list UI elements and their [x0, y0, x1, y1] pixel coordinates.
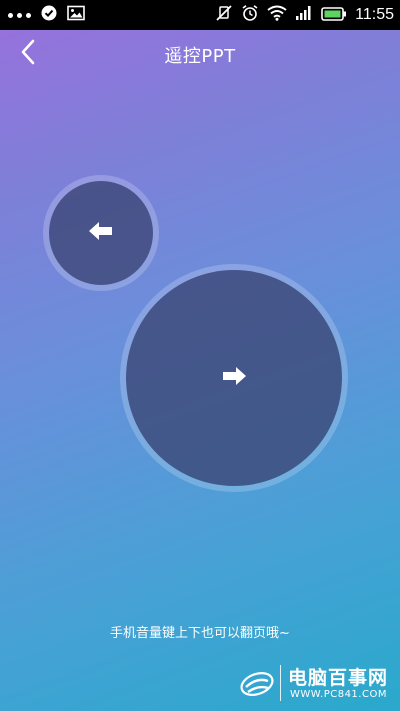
app-bar: 遥控PPT: [0, 30, 400, 78]
prev-page-button-inner: [49, 181, 153, 285]
battery-icon: [321, 6, 347, 25]
prev-page-button[interactable]: [43, 175, 159, 291]
wifi-icon: [267, 5, 287, 25]
watermark-title: 电脑百事网: [288, 667, 389, 689]
status-time: 11:55: [355, 6, 394, 23]
status-right: 11:55: [215, 0, 394, 30]
screen: 11:55 遥控PPT 手机音量键上下也可以翻页哦~ 电脑百事网 WWW.PC8…: [0, 0, 400, 711]
status-bar: 11:55: [0, 0, 400, 30]
page-title: 遥控PPT: [164, 46, 236, 67]
arrow-right-icon: [221, 366, 247, 390]
watermark: 电脑百事网 WWW.PC841.COM: [236, 659, 396, 709]
check-circle-icon: [41, 5, 57, 25]
watermark-url: WWW.PC841.COM: [290, 689, 387, 700]
watermark-divider: [280, 665, 281, 701]
next-page-button-inner: [126, 270, 342, 486]
arrow-left-icon: [88, 221, 114, 245]
more-dots-icon: [8, 12, 31, 18]
status-left: [8, 0, 85, 30]
next-page-button[interactable]: [120, 264, 348, 492]
mute-icon: [215, 4, 233, 26]
watermark-logo-icon: [238, 665, 276, 707]
alarm-icon: [241, 4, 259, 26]
image-icon: [67, 5, 85, 25]
volume-key-hint: 手机音量键上下也可以翻页哦~: [110, 626, 290, 641]
signal-icon: [295, 5, 313, 25]
